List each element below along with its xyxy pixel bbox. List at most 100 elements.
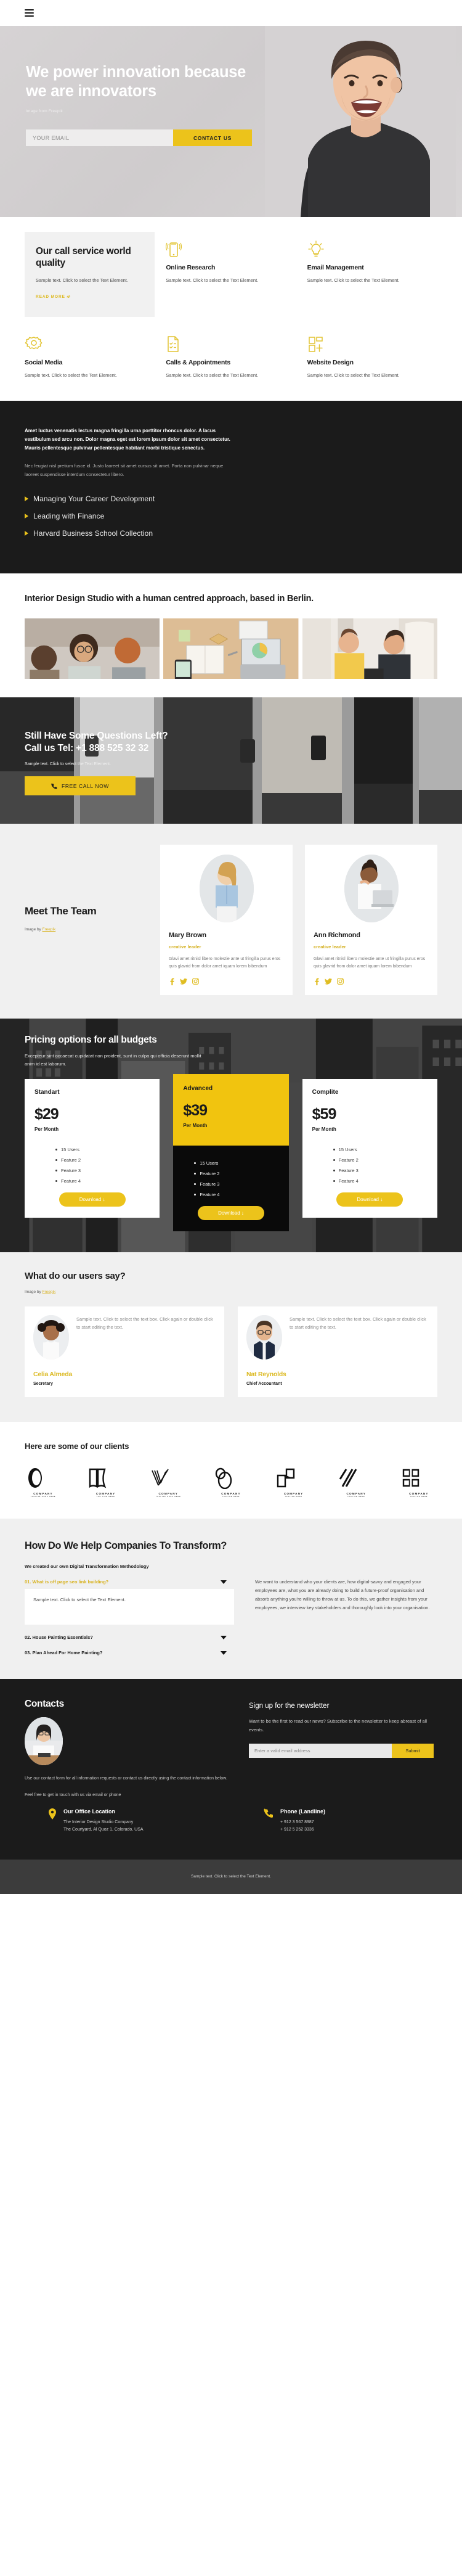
- newsletter-title: Sign up for the newsletter: [249, 1702, 330, 1710]
- team-member-name: Mary Brown: [169, 932, 206, 940]
- plan-download-button[interactable]: Download ↓: [336, 1192, 403, 1207]
- lightbulb-icon: [307, 238, 437, 258]
- cta-heading-line2: Call us Tel: +1 888 525 32 32: [25, 743, 149, 754]
- plan-feature: Feature 2: [183, 1171, 278, 1176]
- newsletter-email-input[interactable]: [249, 1744, 392, 1758]
- accordion-item-1[interactable]: 01. What is off page seo link building?: [25, 1579, 234, 1585]
- office-title: Our Office Location: [63, 1808, 116, 1815]
- team-image-credit: Image by Freepik: [25, 927, 56, 932]
- plan-download-button[interactable]: Download ↓: [59, 1192, 126, 1207]
- pricing-section: Pricing options for all budgets Excepteu…: [0, 1018, 462, 1252]
- avatar: [33, 1315, 69, 1360]
- hero-heading: We power innovation because we are innov…: [26, 64, 246, 100]
- clients-section: Here are some of our clients COMPANY TAG…: [0, 1421, 462, 1519]
- team-heading: Meet The Team: [25, 905, 97, 917]
- list-item[interactable]: Managing Your Career Development: [25, 494, 437, 503]
- plan-feature: Feature 3: [44, 1168, 140, 1173]
- team-member-role: creative leader: [169, 944, 201, 950]
- triangle-bullet-icon: [25, 530, 28, 536]
- service-card-website-design: Website Design Sample text. Click to sel…: [307, 327, 437, 379]
- service-feature-text: Sample text. Click to select the Text El…: [36, 277, 128, 283]
- cta-heading-line1: Still Have Some Questions Left?: [25, 731, 168, 742]
- testimonial-text: Sample text. Click to select the text bo…: [76, 1316, 213, 1331]
- team-section: Meet The Team Image by Freepik Mary Brow…: [0, 824, 462, 1019]
- plan-feature: Feature 2: [44, 1157, 140, 1163]
- contact-person-avatar: [25, 1717, 63, 1766]
- client-logo: COMPANY TAGLINE GOES HERE: [25, 1467, 62, 1498]
- pricing-plan-complite: Complite $59 Per Month 15 Users Feature …: [302, 1078, 437, 1218]
- instagram-icon[interactable]: [192, 977, 199, 985]
- accordion-title: 01. What is off page seo link building?: [25, 1579, 109, 1585]
- hero-section: We power innovation because we are innov…: [0, 26, 462, 217]
- client-logo: COMPANY TAGLINE HERE: [338, 1467, 375, 1498]
- twitter-icon[interactable]: [325, 978, 332, 985]
- hamburger-menu-icon[interactable]: [25, 9, 34, 17]
- checkmark-stripes-logo: [152, 1469, 169, 1486]
- accordion-item-2[interactable]: 02. House Painting Essentials?: [25, 1635, 234, 1640]
- location-pin-icon: [49, 1808, 56, 1819]
- hero-contact-form: CONTACT US: [26, 129, 252, 147]
- plan-name: Advanced: [183, 1085, 213, 1092]
- team-member-card: Ann Richmond creative leader Glavi amet …: [305, 845, 437, 995]
- pricing-plan-advanced: Advanced $39 Per Month 15 Users Feature …: [173, 1073, 289, 1231]
- list-item-label: Managing Your Career Development: [33, 494, 155, 503]
- twitter-icon[interactable]: [180, 978, 187, 985]
- facebook-icon[interactable]: [169, 978, 175, 985]
- plan-price: $39: [183, 1101, 208, 1119]
- freepik-link[interactable]: Freepik: [43, 927, 56, 932]
- plan-name: Standart: [34, 1088, 60, 1096]
- list-item[interactable]: Harvard Business School Collection: [25, 529, 437, 538]
- faq-section: How Do We Help Companies To Transform? W…: [0, 1519, 462, 1680]
- read-more-link[interactable]: READ MORE ➫: [36, 294, 71, 299]
- newsletter-submit-button[interactable]: Submit: [392, 1744, 434, 1758]
- phone-block: Phone (Landline) + 912 3 567 8987 + 912 …: [264, 1808, 325, 1834]
- contact-details: Our Office Location The Interior Design …: [0, 1799, 462, 1860]
- facebook-icon[interactable]: [314, 978, 320, 985]
- list-item[interactable]: Leading with Finance: [25, 512, 437, 520]
- service-title: Social Media: [25, 359, 63, 367]
- plan-download-button[interactable]: Download ↓: [197, 1205, 264, 1220]
- accordion-item-3[interactable]: 03. Plan Ahead For Home Painting?: [25, 1650, 234, 1655]
- diagonal-slashes-logo: [339, 1468, 357, 1487]
- plan-feature: 15 Users: [183, 1160, 278, 1166]
- services-section: Our call service world quality Sample te…: [0, 217, 462, 401]
- service-title: Online Research: [166, 264, 216, 271]
- service-text: Sample text. Click to select the Text El…: [307, 277, 400, 283]
- plan-feature: Feature 4: [44, 1178, 140, 1184]
- testimonial-name: Celia Almeda: [33, 1370, 73, 1378]
- plan-period: Per Month: [34, 1126, 59, 1132]
- pricing-heading: Pricing options for all budgets: [25, 1034, 157, 1045]
- free-call-now-button[interactable]: FREE CALL NOW: [25, 776, 136, 796]
- testimonial-role: Secretary: [33, 1381, 53, 1386]
- chevron-down-icon: [221, 1580, 227, 1584]
- hero-image-credit: Image from Freepik: [26, 109, 63, 114]
- service-text: Sample text. Click to select the Text El…: [166, 372, 259, 379]
- instagram-icon[interactable]: [337, 977, 344, 985]
- avatar: [344, 855, 399, 923]
- client-logo: COMPANY TAGLINE HERE: [213, 1467, 249, 1498]
- freepik-link[interactable]: Freepik: [43, 1290, 56, 1294]
- office-address: The Interior Design Studio Company The C…: [63, 1819, 144, 1832]
- chevron-down-icon: [221, 1635, 227, 1639]
- list-item-label: Leading with Finance: [33, 511, 105, 520]
- hero-email-input[interactable]: [26, 129, 173, 147]
- avatar: [199, 855, 254, 923]
- pricing-plan-standart: Standart $29 Per Month 15 Users Feature …: [25, 1078, 160, 1218]
- plan-name: Complite: [312, 1088, 339, 1096]
- team-member-role: creative leader: [314, 944, 346, 950]
- service-text: Sample text. Click to select the Text El…: [307, 372, 400, 379]
- team-member-desc: Glavi amet ritnisl libero molestie ante …: [314, 957, 426, 969]
- contacts-section: Contacts Use our contact form for all in…: [0, 1679, 462, 1800]
- service-title: Calls & Appointments: [166, 359, 231, 367]
- newsletter-form: Submit: [249, 1744, 434, 1758]
- desk-laptop-notebook-photo: [163, 618, 299, 679]
- interior-heading: Interior Design Studio with a human cent…: [25, 593, 314, 604]
- service-title: Email Management: [307, 264, 364, 271]
- triangle-bullet-icon: [25, 513, 28, 519]
- free-call-now-label: FREE CALL NOW: [62, 782, 109, 789]
- hero-contact-us-button[interactable]: CONTACT US: [173, 129, 252, 147]
- testimonials-section: What do our users say? Image by Freepik …: [0, 1252, 462, 1422]
- landing-page: We power innovation because we are innov…: [0, 0, 462, 1895]
- squares-corner-logo: [277, 1468, 294, 1487]
- hero-portrait-photo: [259, 26, 462, 217]
